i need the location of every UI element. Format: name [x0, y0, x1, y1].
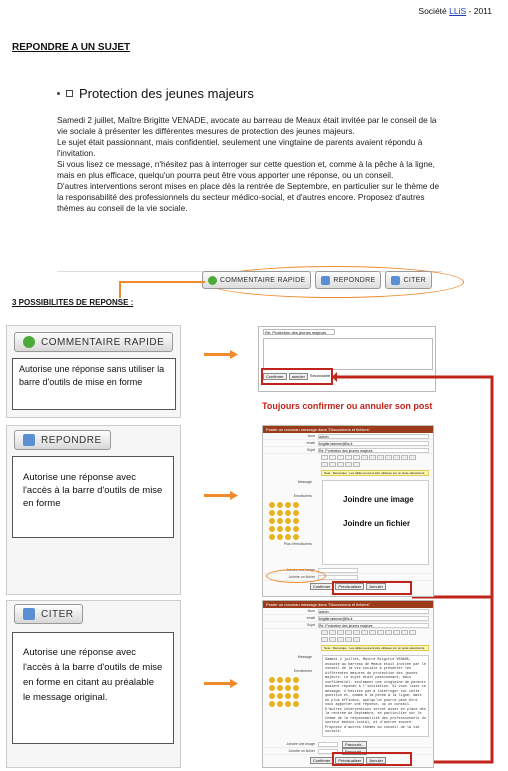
post-paragraph: Le sujet était passionnant, mais confide… [57, 137, 423, 158]
subject-field[interactable]: Re: Protection des jeunes majeurs [318, 622, 429, 628]
image-input[interactable] [318, 567, 358, 573]
quote-form: Poster un nouveau message dans "Discussi… [262, 600, 434, 768]
format-toolbar-2[interactable] [263, 636, 433, 643]
name-field[interactable]: admin [318, 433, 429, 439]
subject-input[interactable]: Re: Protection des jeunes majeurs [263, 329, 335, 335]
attach-highlight [266, 569, 326, 583]
quote-icon [391, 275, 401, 285]
quoted-message[interactable]: Samedi 2 juillet, Maître Brigitte VENADE… [322, 655, 429, 737]
quote-button-large[interactable]: CITER [14, 604, 83, 624]
quick-comment-button[interactable]: COMMENTAIRE RAPIDE [202, 271, 312, 289]
subject-field[interactable]: Re: Protection des jeunes majeurs [318, 447, 429, 453]
post-paragraph: Samedi 2 juillet, Maître Brigitte VENADE… [57, 115, 437, 136]
smileys-grid[interactable] [269, 677, 312, 707]
post-buttons: COMMENTAIRE RAPIDE REPONDRE CITER [202, 271, 432, 293]
reply-icon [23, 434, 35, 446]
reply-button-large[interactable]: REPONDRE [14, 430, 111, 450]
page-title: REPONDRE A UN SUJET [12, 42, 131, 53]
message-textarea[interactable]: Joindre une image Joindre un fichier [322, 480, 429, 565]
confirm-button[interactable]: Confirmer [309, 583, 334, 590]
option-description: Autorise une réponse avec l'accès à la b… [12, 456, 174, 538]
message-label: Message [297, 480, 312, 484]
year: 2011 [473, 6, 492, 16]
section-title: 3 POSSIBILITES DE REPONSE : [12, 298, 134, 307]
attach-image-note: Joindre une image [343, 495, 414, 504]
form-note: Note : Remarque : Les tailles peuvent êt… [321, 470, 429, 476]
arrow-right-icon [204, 491, 238, 500]
comment-textarea[interactable] [263, 338, 433, 370]
format-toolbar[interactable] [263, 454, 433, 461]
confirm-highlight [261, 368, 333, 385]
arrow-right-icon [204, 679, 238, 688]
post-paragraph: D'autres interventions seront mises en p… [57, 181, 440, 213]
option-description: Autorise une réponse avec l'accès à la b… [12, 632, 174, 744]
email-field[interactable]: brigitte.latenne@llis.fr [318, 440, 429, 446]
confirm-highlight [332, 752, 412, 766]
connector-arrow [119, 281, 205, 298]
post-title: Protection des jeunes majeurs [79, 86, 254, 101]
forum-post: Protection des jeunes majeurs Samedi 2 j… [57, 86, 442, 272]
name-field[interactable]: admin [318, 608, 429, 614]
confirm-button[interactable]: Confirmer [309, 757, 334, 764]
format-toolbar-2[interactable] [263, 461, 433, 468]
smileys-grid[interactable] [269, 502, 312, 540]
company-link[interactable]: LLiS [449, 6, 466, 16]
email-field[interactable]: brigitte.latenne@llis.fr [318, 615, 429, 621]
page-header: Société LLiS - 2011 [418, 6, 492, 16]
confirm-highlight [332, 581, 412, 595]
post-paragraph: Si vous lisez ce message, n'hésitez pas … [57, 159, 435, 180]
quote-icon [23, 608, 35, 620]
reply-button[interactable]: REPONDRE [315, 271, 382, 289]
form-header: Poster un nouveau message dans "Discussi… [263, 426, 433, 433]
image-input[interactable] [318, 741, 338, 747]
option-description: Autorise une réponse sans utiliser la ba… [12, 358, 176, 410]
format-toolbar[interactable] [263, 629, 433, 636]
quick-comment-button-large[interactable]: COMMENTAIRE RAPIDE [14, 332, 174, 352]
year-sep: - [466, 6, 474, 16]
arrow-right-icon [204, 350, 238, 359]
form-note: Note : Remarque : Les tailles peuvent êt… [321, 645, 429, 651]
bullet-icon [57, 92, 60, 95]
reply-icon [321, 275, 331, 285]
form-header: Poster un nouveau message dans "Discussi… [263, 601, 433, 608]
confirm-note: Toujours confirmer ou annuler son post [262, 401, 433, 411]
company-prefix: Société [418, 6, 447, 16]
attach-file-note: Joindre un fichier [343, 519, 411, 528]
checkbox-icon [66, 90, 73, 97]
plus-icon [23, 336, 35, 348]
quote-button[interactable]: CITER [385, 271, 432, 289]
